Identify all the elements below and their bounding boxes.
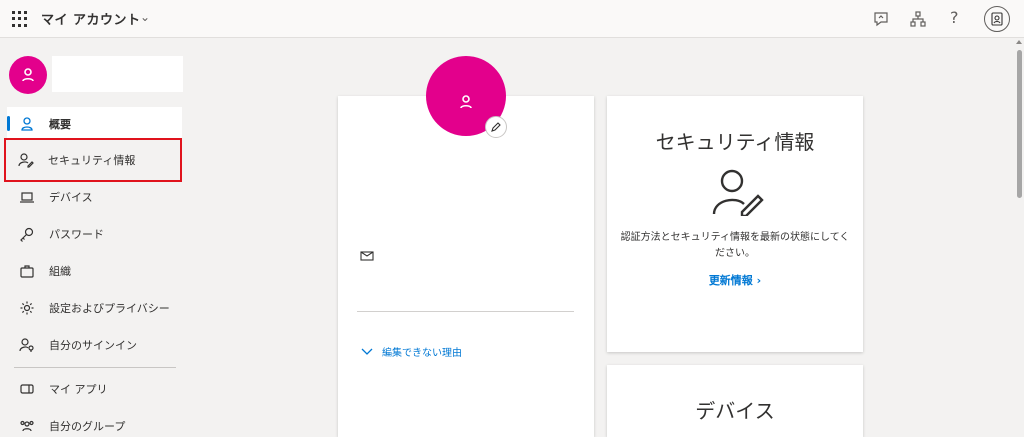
mail-icon — [360, 251, 374, 261]
group-icon — [19, 418, 35, 434]
sidebar-item-label: 設定およびプライバシー — [49, 301, 170, 315]
why-cant-edit-link[interactable]: 編集できない理由 — [360, 344, 462, 359]
person-pen-icon — [712, 169, 764, 216]
edit-photo-button[interactable] — [485, 116, 507, 138]
briefcase-icon — [19, 263, 35, 279]
feedback-icon[interactable] — [870, 8, 892, 30]
top-bar: マイ アカウント ⌄ ? — [0, 0, 1024, 38]
sidebar-item-security-info[interactable]: セキュリティ情報 — [4, 138, 182, 182]
sidebar-item-devices[interactable]: デバイス — [7, 180, 182, 213]
sidebar-item-password[interactable]: パスワード — [7, 217, 182, 250]
card-title: セキュリティ情報 — [655, 130, 815, 154]
sidebar-item-label: デバイス — [49, 190, 93, 204]
person-pen-icon — [18, 152, 34, 168]
security-info-card[interactable]: セキュリティ情報 認証方法とセキュリティ情報を最新の状態にしてください。 更新情… — [607, 96, 863, 352]
profile-card — [338, 96, 594, 437]
scrollbar[interactable] — [1014, 38, 1024, 437]
sidebar-item-label: パスワード — [49, 227, 104, 241]
avatar[interactable] — [9, 56, 47, 94]
app-title[interactable]: マイ アカウント — [41, 9, 141, 28]
account-badge-icon[interactable] — [984, 6, 1010, 32]
scrollbar-thumb[interactable] — [1017, 50, 1022, 198]
scroll-up-icon[interactable] — [1016, 40, 1022, 44]
key-icon — [19, 226, 35, 242]
update-info-link[interactable]: 更新情報 › — [607, 272, 863, 288]
sidebar-item-label: 組織 — [49, 264, 71, 278]
pencil-icon — [491, 122, 501, 132]
sidebar-item-my-groups[interactable]: 自分のグループ — [7, 409, 182, 437]
card-divider — [357, 311, 574, 312]
sidebar-item-label: 自分のグループ — [49, 419, 126, 433]
card-title: デバイス — [695, 399, 775, 423]
sidebar-item-label: マイ アプリ — [49, 382, 108, 396]
chevron-down-icon — [361, 348, 373, 355]
devices-card[interactable]: デバイス — [607, 365, 863, 437]
gear-icon — [19, 300, 35, 316]
apps-icon — [19, 381, 35, 397]
why-cant-edit-label: 編集できない理由 — [382, 348, 462, 359]
card-description: 認証方法とセキュリティ情報を最新の状態にしてください。 — [620, 232, 850, 259]
org-chart-icon[interactable] — [907, 8, 929, 30]
help-icon[interactable]: ? — [950, 8, 959, 27]
sidebar-item-settings-privacy[interactable]: 設定およびプライバシー — [7, 291, 182, 324]
sidebar-item-label: 自分のサインイン — [49, 338, 137, 352]
sidebar-item-my-sign-ins[interactable]: 自分のサインイン — [7, 328, 182, 361]
laptop-icon — [19, 189, 35, 205]
sidebar-item-organizations[interactable]: 組織 — [7, 254, 182, 287]
sidebar-divider — [14, 367, 176, 368]
sidebar-item-label: セキュリティ情報 — [48, 154, 136, 167]
app-launcher-icon[interactable] — [12, 11, 28, 27]
sidebar: 概要 セキュリティ情報 デバイス パスワード 組織 設定およびプライバシー 自分… — [0, 38, 190, 437]
person-icon — [19, 116, 35, 132]
profile-name-box — [52, 56, 183, 92]
sidebar-item-my-apps[interactable]: マイ アプリ — [7, 372, 182, 405]
sidebar-item-overview[interactable]: 概要 — [7, 107, 182, 140]
chevron-down-icon[interactable]: ⌄ — [140, 10, 150, 24]
person-key-icon — [19, 337, 35, 353]
sidebar-item-label: 概要 — [49, 117, 71, 131]
